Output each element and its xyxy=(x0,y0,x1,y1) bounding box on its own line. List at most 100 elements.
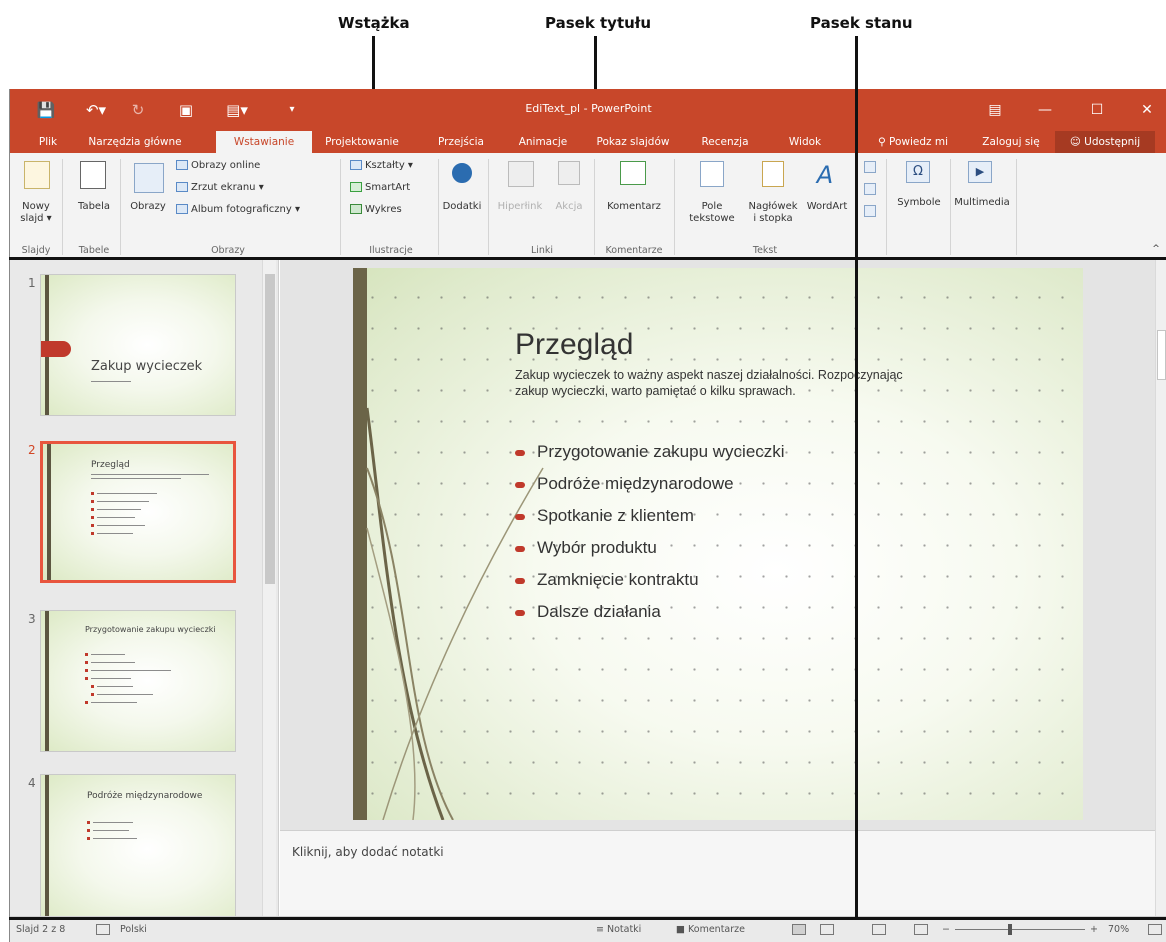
slide-bullet[interactable]: Przygotowanie zakupu wycieczki xyxy=(515,442,785,462)
ribbon-display-icon[interactable]: ▤ xyxy=(980,99,1010,121)
thumbnail-slide-1[interactable]: Zakup wycieczek xyxy=(40,274,236,416)
thumb-text xyxy=(91,478,181,479)
new-slide-button[interactable]: Nowy slajd ▾ xyxy=(18,201,54,225)
tab-file[interactable]: Plik xyxy=(28,131,68,153)
close-icon[interactable]: ✕ xyxy=(1132,99,1162,121)
group-label-links: Linki xyxy=(530,245,554,256)
thumb-text xyxy=(93,830,129,831)
thumbnail-slide-4[interactable]: Podróże międzynarodowe xyxy=(40,774,236,916)
screenshot-label: Zrzut ekranu xyxy=(191,182,256,193)
header-footer-button[interactable]: Nagłówek i stopka xyxy=(744,201,802,225)
normal-view-icon[interactable] xyxy=(792,924,806,935)
spelling-icon[interactable] xyxy=(96,924,110,935)
maximize-icon[interactable]: ☐ xyxy=(1082,99,1112,121)
comments-icon: ■ xyxy=(676,924,688,935)
online-images-button[interactable]: Obrazy online xyxy=(176,159,260,173)
share-label: Udostępnij xyxy=(1084,136,1141,148)
online-images-label: Obrazy online xyxy=(191,160,261,171)
hyperlink-button[interactable]: Hiperłink xyxy=(494,201,546,213)
tab-slideshow[interactable]: Pokaz slajdów xyxy=(592,131,674,153)
current-slide[interactable]: Przegląd Zakup wycieczek to ważny aspekt… xyxy=(353,268,1083,820)
smartart-button[interactable]: SmartArt xyxy=(350,181,410,195)
comments-button[interactable]: ■ Komentarze xyxy=(676,924,745,935)
callout-title-bar: Pasek tytułu xyxy=(545,14,652,32)
group-separator xyxy=(950,159,951,255)
title-bar: 💾 ↶▾ ↻ ▣ ▤▾ ▾ EdiText_pl - PowerPoint ▤ … xyxy=(10,89,1166,131)
notes-pane[interactable]: Kliknij, aby dodać notatki xyxy=(280,830,1155,916)
tab-transitions[interactable]: Przejścia xyxy=(430,131,492,153)
slide-scroll-thumb[interactable] xyxy=(1157,330,1166,380)
zoom-slider-knob[interactable] xyxy=(1007,924,1012,935)
slide-bullet[interactable]: Spotkanie z klientem xyxy=(515,506,694,526)
symbols-button[interactable]: Symbole xyxy=(894,197,944,209)
table-button[interactable]: Tabela xyxy=(74,201,114,213)
slide-title[interactable]: Przegląd xyxy=(515,328,633,362)
album-button[interactable]: Album fotograficzny ▾ xyxy=(176,203,300,217)
online-images-icon xyxy=(176,160,188,170)
comment-button[interactable]: Komentarz xyxy=(602,201,666,213)
group-label-slides: Slajdy xyxy=(21,245,51,256)
bullet-marker xyxy=(515,513,525,520)
tab-insert[interactable]: Wstawianie xyxy=(216,131,312,153)
screenshot-button[interactable]: Zrzut ekranu ▾ xyxy=(176,181,264,195)
slide-number-icon[interactable] xyxy=(864,183,876,195)
zoom-out-icon[interactable]: − xyxy=(942,924,950,935)
thumbnails-scrollbar[interactable] xyxy=(262,260,276,916)
thumb-number: 2 xyxy=(28,443,36,457)
chart-button[interactable]: Wykres xyxy=(350,203,402,217)
reading-view-icon[interactable] xyxy=(872,924,886,935)
thumb-bullet xyxy=(91,532,94,535)
tab-review[interactable]: Recenzja xyxy=(694,131,756,153)
object-icon[interactable] xyxy=(864,205,876,217)
shapes-button[interactable]: Kształty ▾ xyxy=(350,159,413,173)
collapse-ribbon-icon[interactable]: ^ xyxy=(1150,243,1162,255)
zoom-slider[interactable] xyxy=(955,929,1085,930)
minimize-icon[interactable]: — xyxy=(1030,99,1060,121)
tell-me-button[interactable]: ⚲ Powiedz mi xyxy=(872,131,954,153)
slide-bullet[interactable]: Zamknięcie kontraktu xyxy=(515,570,699,590)
thumb-text xyxy=(97,509,141,510)
bullet-text: Podróże międzynarodowe xyxy=(537,474,734,493)
notes-button[interactable]: ≡ Notatki xyxy=(596,924,641,935)
textbox-button[interactable]: Pole tekstowe xyxy=(684,201,740,225)
language-indicator[interactable]: Polski xyxy=(120,924,147,935)
thumb-number: 3 xyxy=(28,612,36,626)
slide-sorter-icon[interactable] xyxy=(820,924,834,935)
tab-design[interactable]: Projektowanie xyxy=(316,131,408,153)
bullet-marker xyxy=(515,577,525,584)
thumbnails-scroll-thumb[interactable] xyxy=(265,274,275,584)
date-time-icon[interactable] xyxy=(864,161,876,173)
thumbnail-slide-2[interactable]: Przegląd xyxy=(40,441,236,583)
bullet-text: Spotkanie z klientem xyxy=(537,506,694,525)
bullet-text: Wybór produktu xyxy=(537,538,657,557)
wordart-button[interactable]: WordArt xyxy=(804,201,850,213)
slide-subtitle-line-1[interactable]: Zakup wycieczek to ważny aspekt naszej d… xyxy=(515,368,903,382)
zoom-level[interactable]: 70% xyxy=(1108,924,1129,935)
thumbnail-slide-3[interactable]: Przygotowanie zakupu wycieczki xyxy=(40,610,236,752)
thumb-bullet xyxy=(91,524,94,527)
slide-bullet[interactable]: Wybór produktu xyxy=(515,538,657,558)
slide-editing-area: Przegląd Zakup wycieczek to ważny aspekt… xyxy=(280,260,1166,830)
tab-home[interactable]: Narzędzia główne xyxy=(80,131,190,153)
album-label: Album fotograficzny xyxy=(191,204,292,215)
thumb-bullet xyxy=(85,669,88,672)
share-button[interactable]: ☺ Udostępnij xyxy=(1055,131,1155,153)
bullet-text: Dalsze działania xyxy=(537,602,661,621)
slide-scrollbar[interactable] xyxy=(1155,260,1166,916)
slide-subtitle-line-2[interactable]: zakup wycieczki, warto pamiętać o kilku … xyxy=(515,384,796,398)
smartart-label: SmartArt xyxy=(365,182,411,193)
zoom-in-icon[interactable]: + xyxy=(1090,924,1098,935)
action-button[interactable]: Akcja xyxy=(550,201,588,213)
images-button[interactable]: Obrazy xyxy=(128,201,168,213)
addins-button[interactable]: Dodatki xyxy=(440,201,484,213)
slideshow-view-icon[interactable] xyxy=(914,924,928,935)
textbox-label-1: Pole xyxy=(701,201,723,212)
fit-slide-icon[interactable] xyxy=(1148,924,1162,935)
slide-bullet[interactable]: Podróże międzynarodowe xyxy=(515,474,734,494)
multimedia-button[interactable]: Multimedia xyxy=(954,197,1010,209)
thumb-bullet xyxy=(87,829,90,832)
slide-bullet[interactable]: Dalsze działania xyxy=(515,602,661,622)
tab-view[interactable]: Widok xyxy=(782,131,828,153)
sign-in-link[interactable]: Zaloguj się xyxy=(976,131,1046,153)
tab-animations[interactable]: Animacje xyxy=(510,131,576,153)
